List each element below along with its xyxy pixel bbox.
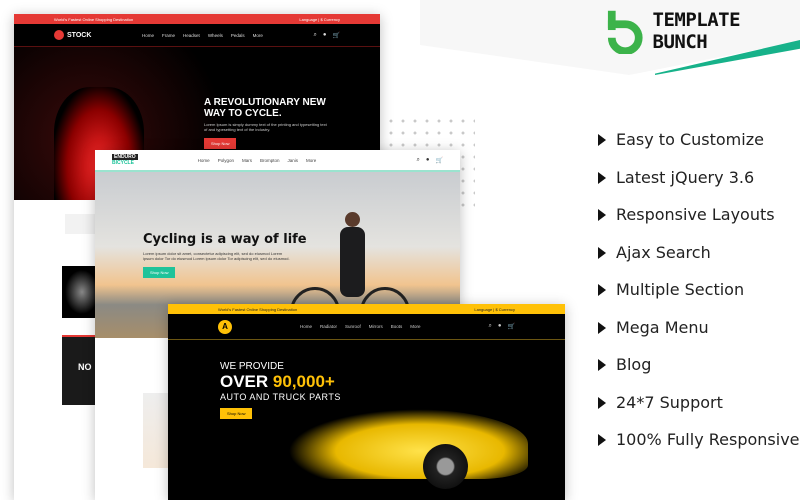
menu-item[interactable]: Boots [391,324,403,329]
menu-item[interactable]: Brompton [260,158,280,163]
shop-now-button[interactable]: Shop Now [143,267,176,278]
hero-title-2: WAY TO CYCLE. [204,108,282,119]
navbar: A Home Radiator Sunroof Mirrors Boots More ⌕ ●… [168,314,565,340]
brand-name: TEMPLATE BUNCH [652,9,741,53]
feature-item: Responsive Layouts [598,205,775,224]
topbar: World's Fastest Online Shopping Destinat… [168,304,565,314]
menu-item[interactable]: Sunroof [345,324,361,329]
menu-item[interactable]: More [253,33,263,38]
hero-subtitle: WE PROVIDE [220,361,284,372]
shop-now-button[interactable]: Shop Now [204,138,237,149]
feature-item: Easy to Customize [598,130,764,149]
menu-item[interactable]: Radiator [320,324,337,329]
arrow-icon [598,208,606,221]
user-icon[interactable]: ● [323,32,327,39]
language-select[interactable]: Language [474,307,492,312]
menu-item[interactable]: Home [142,33,154,38]
feature-item: Latest jQuery 3.6 [598,168,754,187]
banner-title: NO [78,362,92,372]
arrow-icon [598,246,606,259]
navbar: ENDURO BICYCLE Home Polygon Mars Brompton Jan… [95,150,460,172]
hero-title: Cycling is a way of life [143,232,307,247]
menu-item[interactable]: Home [198,158,210,163]
feature-item: Blog [598,355,651,374]
search-icon[interactable]: ⌕ [489,323,492,330]
template-bunch-logo-icon [607,10,643,54]
hero-tagline: AUTO AND TRUCK PARTS [220,392,341,402]
search-icon[interactable]: ⌕ [314,32,317,39]
menu-item[interactable]: Polygon [218,158,234,163]
navbar: STOCK Home Frame Headset Wheels Pedals More ⌕… [14,24,380,47]
logo-sub: BICYCLE [112,160,134,166]
topbar-text: World's Fastest Online Shopping Destinat… [218,306,298,312]
hero-title: A REVOLUTIONARY NEW [204,97,326,108]
menu-item[interactable]: Janis [287,158,298,163]
menu-item[interactable]: More [306,158,316,163]
hero-title: OVER 90,000+ [220,372,335,391]
main-menu: Home Polygon Mars Brompton Janis More [198,158,317,163]
cart-icon[interactable]: 🛒 [436,157,443,164]
shop-now-button[interactable]: Shop Now [220,408,253,419]
search-icon[interactable]: ⌕ [417,157,420,164]
sports-car-image [288,409,528,479]
menu-item[interactable]: Wheels [208,33,223,38]
menu-item[interactable]: Mars [242,158,252,163]
menu-item[interactable]: Mirrors [369,324,383,329]
menu-item[interactable]: Pedals [231,33,245,38]
arrow-icon [598,396,606,409]
arrow-icon [598,171,606,184]
tire-image [423,444,468,489]
logo[interactable]: A [218,319,232,334]
logo[interactable]: STOCK [67,32,91,39]
brand-logo: TEMPLATE BUNCH [606,8,800,54]
feature-item: Multiple Section [598,280,744,299]
currency-select[interactable]: $ Currency [495,307,515,312]
topbar: World's Fastest Online Shopping Destinat… [14,14,380,24]
arrow-icon [598,321,606,334]
feature-item: Mega Menu [598,318,709,337]
arrow-icon [598,358,606,371]
user-icon[interactable]: ● [426,157,430,164]
cart-icon[interactable]: 🛒 [508,323,515,330]
topbar-text: World's Fastest Online Shopping Destinat… [54,16,134,22]
hero-description: Lorem ipsum dolor sit amet, consectetur … [143,251,290,261]
arrow-icon [598,433,606,446]
arrow-icon [598,283,606,296]
hero-text: WE PROVIDE OVER 90,000+ AUTO AND TRUCK P… [220,361,341,420]
feature-item: 24*7 Support [598,393,723,412]
main-menu: Home Frame Headset Wheels Pedals More [142,33,263,38]
hero-description: Lorem Ipsum is simply dummy text of the … [204,122,327,132]
feature-item: 100% Fully Responsive [598,430,800,449]
menu-item[interactable]: Frame [162,33,175,38]
feature-item: Ajax Search [598,243,711,262]
currency-select[interactable]: $ Currency [320,17,340,22]
menu-item[interactable]: Home [300,324,312,329]
auto-parts-template-preview: World's Fastest Online Shopping Destinat… [168,304,565,500]
user-icon[interactable]: ● [498,323,502,330]
logo-icon [54,30,64,40]
language-select[interactable]: Language [299,17,317,22]
arrow-icon [598,133,606,146]
main-menu: Home Radiator Sunroof Mirrors Boots More [300,324,421,329]
menu-item[interactable]: Headset [183,33,200,38]
menu-item[interactable]: More [410,324,420,329]
cart-icon[interactable]: 🛒 [333,32,340,39]
